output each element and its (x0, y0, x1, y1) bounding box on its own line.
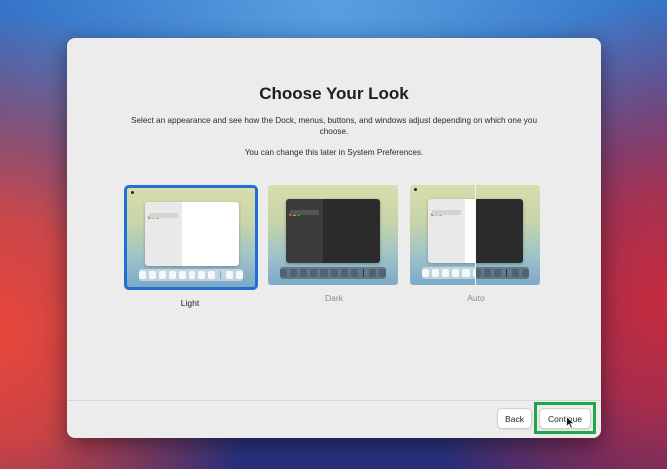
setup-assistant-window: Choose Your Look Select an appearance an… (67, 38, 601, 438)
preview-dock (280, 267, 386, 279)
light-appearance-preview[interactable] (124, 185, 258, 290)
page-title: Choose Your Look (259, 84, 409, 103)
appearance-label-dark: Dark (325, 293, 343, 303)
appearance-option-auto[interactable]: Auto (410, 185, 542, 303)
back-button[interactable]: Back (497, 408, 532, 429)
preview-window (428, 199, 475, 263)
auto-appearance-preview[interactable] (410, 185, 540, 285)
dark-appearance-preview[interactable] (268, 185, 398, 285)
preview-dock (139, 269, 243, 281)
page-note: You can change this later in System Pref… (244, 148, 424, 157)
footer-divider (67, 400, 601, 401)
mouse-pointer-icon (566, 416, 575, 429)
appearance-option-light[interactable]: Light (124, 185, 258, 308)
preview-window (145, 202, 239, 266)
preview-window (476, 199, 523, 263)
menu-dot-icon (131, 191, 134, 194)
appearance-option-dark[interactable]: Dark (268, 185, 400, 303)
continue-highlight-box (534, 402, 596, 434)
preview-dock (422, 267, 475, 279)
appearance-label-light: Light (180, 298, 200, 308)
preview-window (286, 199, 380, 263)
appearance-label-auto: Auto (467, 293, 485, 303)
page-description: Select an appearance and see how the Doc… (130, 116, 537, 136)
preview-dock (476, 267, 529, 279)
menu-dot-icon (414, 188, 417, 191)
